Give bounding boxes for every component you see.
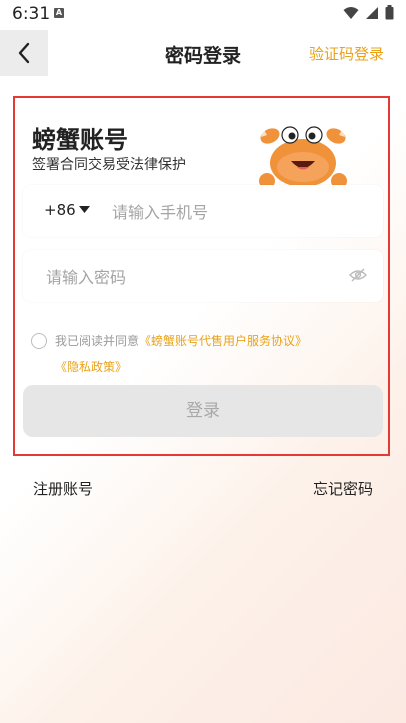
- battery-icon: [385, 5, 394, 20]
- agreement-checkbox[interactable]: [31, 333, 47, 349]
- password-input[interactable]: [44, 264, 338, 290]
- forgot-password-link[interactable]: 忘记密码: [313, 478, 373, 499]
- signal-icon: [366, 6, 378, 19]
- country-code-selector[interactable]: +86: [44, 201, 90, 219]
- privacy-policy-link[interactable]: 《隐私政策》: [55, 360, 127, 374]
- notification-badge: A: [54, 8, 64, 18]
- login-button[interactable]: 登录: [23, 385, 383, 437]
- chevron-down-icon: [78, 206, 90, 213]
- status-time: 6:31: [12, 4, 51, 24]
- crab-mascot-icon: [259, 126, 347, 189]
- status-icons: [343, 5, 394, 20]
- brand-title: 螃蟹账号: [32, 126, 128, 154]
- register-link[interactable]: 注册账号: [33, 478, 93, 499]
- password-field: [23, 250, 383, 302]
- nav-bar: 密码登录 验证码登录: [0, 30, 406, 76]
- service-agreement-link[interactable]: 《螃蟹账号代售用户服务协议》: [139, 334, 307, 348]
- phone-field: +86: [23, 185, 383, 237]
- agreement-prefix: 我已阅读并同意: [55, 334, 140, 348]
- eye-slash-icon[interactable]: [349, 268, 367, 282]
- status-bar: 6:31 A: [0, 0, 406, 30]
- phone-input[interactable]: [110, 199, 369, 225]
- login-card: 螃蟹账号 签署合同交易受法律保护 +86 请输入手机号 我已阅读并同意《螃蟹账号…: [13, 96, 390, 456]
- brand-subtitle: 签署合同交易受法律保护: [32, 157, 186, 173]
- sms-login-link[interactable]: 验证码登录: [309, 43, 384, 64]
- wifi-icon: [343, 6, 359, 19]
- country-code: +86: [44, 201, 76, 219]
